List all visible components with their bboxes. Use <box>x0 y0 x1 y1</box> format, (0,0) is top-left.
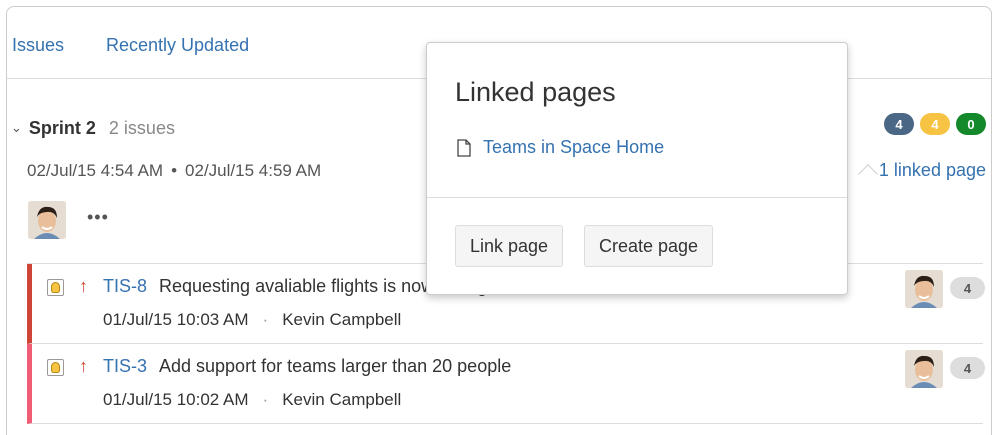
in-progress-count-badge: 4 <box>920 113 950 135</box>
issue-date: 01/Jul/15 10:02 AM <box>103 390 249 409</box>
sprint-end-date: 02/Jul/15 4:59 AM <box>185 161 322 180</box>
done-count-badge: 0 <box>956 113 986 135</box>
sprint-name: Sprint 2 <box>28 117 96 138</box>
linked-pages-popup: Linked pages Teams in Space Home Link pa… <box>426 42 848 295</box>
issue-date: 01/Jul/15 10:03 AM <box>103 310 249 329</box>
avatar-image <box>905 350 943 388</box>
avatar-image <box>905 270 943 308</box>
avatar[interactable] <box>905 270 943 308</box>
meta-separator: · <box>262 390 269 409</box>
avatar[interactable] <box>905 350 943 388</box>
issue-key[interactable]: TIS-3 <box>103 356 147 377</box>
sprint-header[interactable]: ⌄ Sprint 2 2 issues <box>7 113 175 143</box>
priority-high-icon: ↑ <box>79 356 88 376</box>
improvement-type-icon <box>47 359 64 376</box>
issue-assignee: Kevin Campbell <box>282 310 402 329</box>
sprint-dates: 02/Jul/15 4:54 AM • 02/Jul/15 4:59 AM <box>27 161 321 181</box>
avatar[interactable] <box>28 201 66 239</box>
sprint-issue-count: 2 issues <box>108 117 175 138</box>
more-actions-button[interactable]: ••• <box>87 207 109 228</box>
issue-key[interactable]: TIS-8 <box>103 276 147 297</box>
linked-pages-label[interactable]: 1 linked page <box>879 160 986 181</box>
avatar-image <box>28 201 66 239</box>
issue-meta: 01/Jul/15 10:02 AM · Kevin Campbell <box>103 390 401 410</box>
popup-title: Linked pages <box>455 77 616 107</box>
meta-separator: · <box>262 310 269 329</box>
issue-row[interactable]: ↑ TIS-3 Add support for teams larger tha… <box>27 344 985 424</box>
date-separator: • <box>171 161 178 180</box>
chevron-down-icon[interactable]: ⌄ <box>11 120 22 136</box>
create-page-button[interactable]: Create page <box>584 225 714 267</box>
todo-count-badge: 4 <box>884 113 914 135</box>
priority-high-icon: ↑ <box>79 276 88 296</box>
divider <box>427 197 847 198</box>
link-page-button[interactable]: Link page <box>455 225 564 267</box>
linked-pages-link[interactable]: 1 linked page <box>858 159 986 184</box>
popup-pointer <box>858 164 878 184</box>
page-icon <box>457 138 471 157</box>
issue-summary: Add support for teams larger than 20 peo… <box>159 356 512 376</box>
linked-page-item[interactable]: Teams in Space Home <box>457 137 664 158</box>
issue-meta: 01/Jul/15 10:03 AM · Kevin Campbell <box>103 310 401 330</box>
tab-recently-updated[interactable]: Recently Updated <box>106 35 249 56</box>
issue-assignee: Kevin Campbell <box>282 390 402 409</box>
sprint-start-date: 02/Jul/15 4:54 AM <box>27 161 164 180</box>
improvement-type-icon <box>47 279 64 296</box>
tab-issues[interactable]: Issues <box>12 35 64 56</box>
status-badges: 4 4 0 <box>884 113 986 135</box>
story-points-badge: 4 <box>950 357 985 379</box>
story-points-badge: 4 <box>950 277 985 299</box>
linked-page-title[interactable]: Teams in Space Home <box>483 137 664 158</box>
